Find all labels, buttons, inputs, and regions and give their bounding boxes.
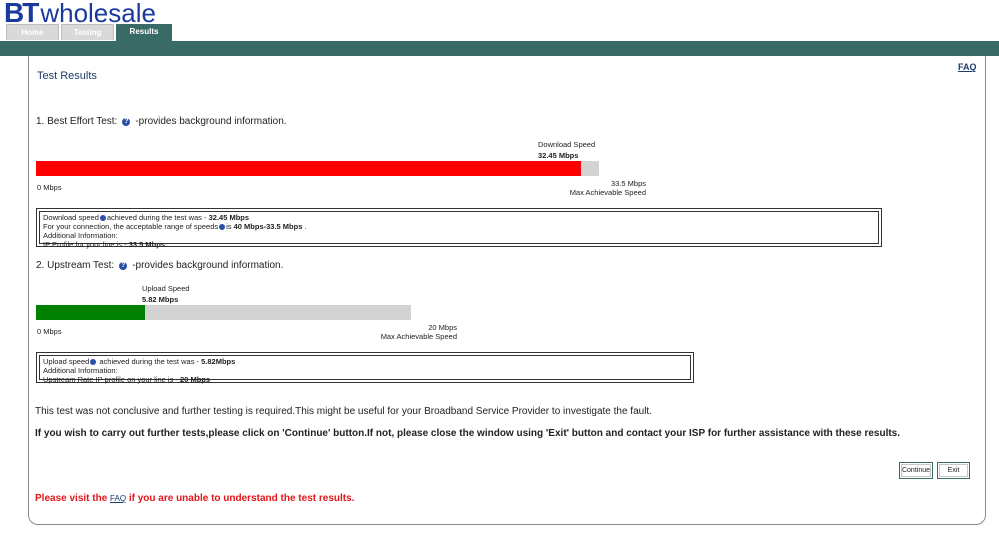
exit-button[interactable]: Exit	[937, 462, 970, 479]
download-min-label: 0 Mbps	[37, 183, 62, 192]
upload-min-label: 0 Mbps	[37, 327, 62, 336]
upload-speed-fill	[36, 305, 146, 320]
upload-speed-bar	[36, 305, 411, 320]
help-icon[interactable]	[219, 224, 226, 231]
upload-info-line-1: Upload speed achieved during the test wa…	[43, 357, 236, 366]
tab-bar: Home Testing Results	[6, 24, 174, 42]
bt-wholesale-logo: BT wholesale	[4, 0, 156, 28]
upload-speed-value: 5.82 Mbps	[142, 295, 179, 304]
upload-info-line-3: Upstream Rate IP profile on your line is…	[43, 375, 211, 384]
page-title: Test Results	[37, 70, 97, 82]
best-effort-heading-suffix: -provides background information.	[135, 116, 287, 127]
upload-max-value: 20 Mbps	[428, 323, 457, 332]
upload-info-line-2: Additional Information:	[43, 366, 118, 375]
tab-results[interactable]: Results	[116, 24, 172, 42]
help-icon[interactable]	[90, 359, 97, 366]
download-speed-bar	[36, 161, 599, 176]
upload-speed-label: Upload Speed	[142, 284, 190, 293]
help-icon[interactable]: ?	[119, 261, 128, 270]
best-effort-heading-text: 1. Best Effort Test:	[36, 116, 118, 127]
download-info-line-4: IP Profile for your line is - 33.5 Mbps	[43, 240, 165, 249]
continue-button[interactable]: Continue	[899, 462, 933, 479]
upstream-heading: 2. Upstream Test: ? -provides background…	[36, 260, 283, 271]
faq-link-top[interactable]: FAQ	[958, 62, 977, 72]
best-effort-heading: 1. Best Effort Test: ? -provides backgro…	[36, 116, 287, 127]
instructions-message: If you wish to carry out further tests,p…	[35, 428, 901, 439]
upstream-heading-text: 2. Upstream Test:	[36, 260, 115, 271]
download-speed-fill	[36, 161, 582, 176]
download-max-label: Max Achievable Speed	[569, 188, 646, 197]
download-info-box: Download speed achieved during the test w…	[36, 208, 882, 249]
upload-info-box: Upload speed achieved during the test wa…	[36, 352, 694, 384]
header-band	[0, 41, 999, 56]
download-info-line-1: Download speed achieved during the test w…	[43, 213, 250, 222]
help-icon[interactable]	[99, 215, 106, 222]
download-speed-value: 32.45 Mbps	[538, 151, 579, 160]
upload-max-label: Max Achievable Speed	[380, 332, 457, 341]
upstream-heading-suffix: -provides background information.	[132, 260, 284, 271]
download-info-line-2: For your connection, the acceptable rang…	[43, 222, 307, 231]
faq-link-bottom[interactable]: FAQ	[110, 494, 126, 503]
logo-bt-text: BT	[4, 0, 39, 28]
tab-home[interactable]: Home	[6, 24, 59, 40]
faq-visit-message: Please visit the FAQ if you are unable t…	[35, 493, 355, 504]
inconclusive-message: This test was not conclusive and further…	[35, 406, 652, 417]
logo-wholesale-text: wholesale	[40, 0, 156, 28]
download-speed-label: Download Speed	[538, 140, 596, 149]
download-max-value: 33.5 Mbps	[610, 179, 646, 188]
help-icon[interactable]: ?	[122, 117, 131, 126]
download-info-line-3: Additional Information:	[43, 231, 118, 240]
tab-testing[interactable]: Testing	[61, 24, 114, 40]
